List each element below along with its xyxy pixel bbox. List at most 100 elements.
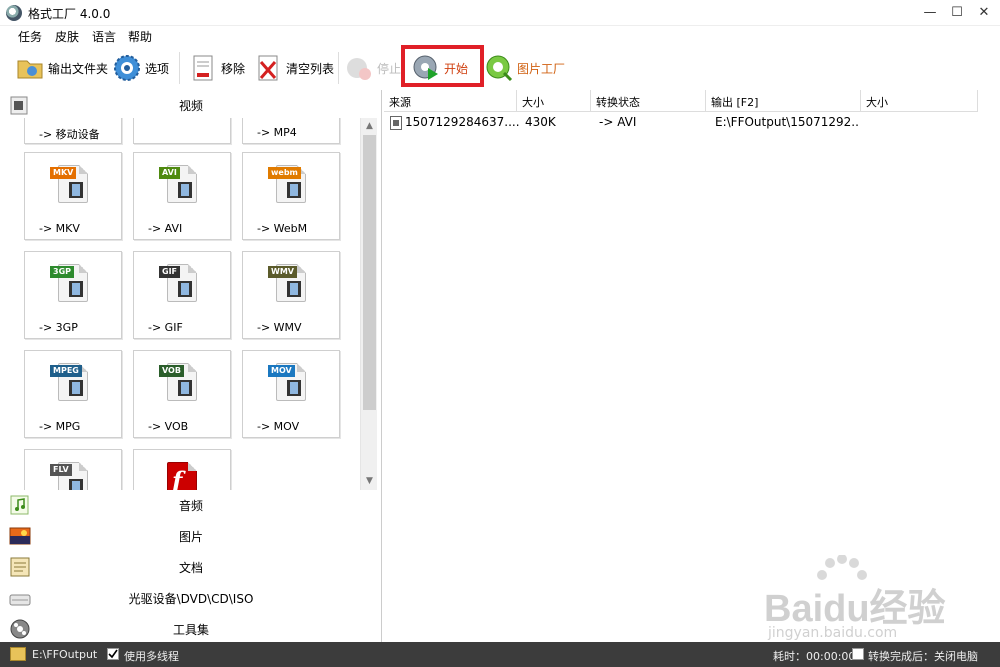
film-strip-icon: [67, 280, 85, 298]
toolbar: 输出文件夹 选项 移除 清空列表 停止 开始 图片工厂: [0, 46, 1000, 90]
format-tile-label: -> GIF: [148, 321, 183, 334]
row-source: 1507129284637....: [405, 115, 520, 129]
scroll-thumb[interactable]: [363, 135, 376, 410]
stop-icon: [345, 54, 373, 82]
format-tile-webm[interactable]: webm -> WebM: [242, 152, 340, 240]
row-status: -> AVI: [599, 115, 637, 129]
options-label: 选项: [145, 61, 170, 76]
remove-button[interactable]: 移除: [189, 52, 245, 84]
category-document[interactable]: 文档: [0, 552, 382, 582]
title-bar: 格式工厂 4.0.0 — ☐ ✕: [0, 0, 1000, 26]
watermark-brand: Baidu经验: [764, 588, 946, 630]
picture-factory-button[interactable]: 图片工厂: [485, 52, 565, 84]
format-tile-mpeg[interactable]: MPEG -> MPG: [24, 350, 122, 438]
format-tile-label: -> WMV: [257, 321, 302, 334]
category-picture-label: 图片: [178, 530, 203, 544]
film-strip-icon: [176, 379, 194, 397]
format-badge: 3GP: [50, 266, 74, 278]
row-size: 430K: [525, 115, 556, 129]
format-badge: GIF: [159, 266, 181, 278]
format-tile-label: -> 移动设备: [39, 128, 100, 141]
folder-icon: [16, 54, 44, 82]
format-tile-label: -> VOB: [148, 420, 189, 433]
format-tile-mov[interactable]: MOV -> MOV: [242, 350, 340, 438]
column-header-size[interactable]: 大小: [517, 90, 591, 112]
start-highlight-box: [401, 45, 484, 87]
category-audio[interactable]: 音频: [0, 490, 382, 520]
options-button[interactable]: 选项: [113, 52, 169, 84]
flash-icon: f: [172, 466, 183, 490]
format-tile-avi[interactable]: AVI -> AVI: [133, 152, 231, 240]
format-badge: FLV: [50, 464, 72, 476]
format-badge: VOB: [159, 365, 184, 377]
format-tile-flv[interactable]: FLV: [24, 449, 122, 490]
format-tile-label: -> AVI: [148, 222, 183, 235]
category-video[interactable]: 视频: [0, 90, 382, 120]
format-tile-label: -> MP4: [257, 126, 297, 139]
stop-button[interactable]: 停止: [345, 52, 401, 84]
video-format-grid: -> 移动设备 -> MP4 MKV -> MKV AVI -> AVI webm -> …: [0, 118, 380, 490]
video-scrollbar[interactable]: ▲ ▼: [360, 118, 377, 490]
scroll-down-icon[interactable]: ▼: [361, 473, 378, 490]
clear-list-icon: [254, 54, 282, 82]
remove-label: 移除: [221, 61, 246, 76]
minimize-icon[interactable]: —: [915, 0, 945, 26]
category-panel: 视频 -> 移动设备 -> MP4 MKV -> MKV AVI -> AVI webm…: [0, 90, 382, 642]
gear-icon: [113, 54, 141, 82]
format-badge: MKV: [50, 167, 77, 179]
category-tools-label: 工具集: [172, 623, 209, 637]
category-tools[interactable]: 工具集: [0, 614, 382, 644]
maximize-icon[interactable]: ☐: [942, 0, 972, 26]
format-badge: AVI: [159, 167, 180, 179]
stop-label: 停止: [377, 61, 402, 76]
category-picture[interactable]: 图片: [0, 521, 382, 551]
toolbar-separator: [338, 52, 339, 84]
format-tile-label: -> MKV: [39, 222, 80, 235]
row-output-size: [864, 115, 974, 133]
column-header-output-size[interactable]: 大小: [861, 90, 978, 112]
format-tile-label: -> MPG: [39, 420, 81, 433]
menu-language[interactable]: 语言: [92, 28, 116, 45]
format-tile-label: -> MOV: [257, 420, 300, 433]
format-tile-label: -> 3GP: [39, 321, 78, 334]
format-badge: MPEG: [50, 365, 82, 377]
toolbar-separator: [179, 52, 180, 84]
format-badge: WMV: [268, 266, 297, 278]
scroll-up-icon[interactable]: ▲: [361, 118, 378, 135]
format-tile-label: -> WebM: [257, 222, 308, 235]
multithread-checkbox[interactable]: [107, 648, 119, 660]
format-tile-gif[interactable]: GIF -> GIF: [133, 251, 231, 339]
menu-skin[interactable]: 皮肤: [55, 28, 79, 45]
output-folder-button[interactable]: 输出文件夹: [16, 52, 108, 84]
menu-help[interactable]: 帮助: [128, 28, 152, 45]
format-tile-wmv[interactable]: WMV -> WMV: [242, 251, 340, 339]
folder-icon[interactable]: [10, 647, 26, 661]
format-tile-mp4[interactable]: -> MP4: [242, 118, 340, 144]
menu-task[interactable]: 任务: [18, 28, 42, 45]
film-strip-icon: [67, 478, 85, 490]
column-header-source[interactable]: 来源: [384, 90, 517, 112]
format-tile-3gp[interactable]: 3GP -> 3GP: [24, 251, 122, 339]
shutdown-checkbox[interactable]: [852, 648, 864, 660]
elapsed-time: 耗时：00:00:00: [773, 650, 856, 663]
category-optical-drive[interactable]: 光驱设备\DVD\CD\ISO: [0, 583, 382, 613]
multithread-label: 使用多线程: [124, 650, 179, 663]
format-badge: MOV: [268, 365, 295, 377]
format-tile-flash[interactable]: f: [133, 449, 231, 490]
after-convert-label: 转换完成后：关闭电脑: [868, 650, 978, 663]
column-header-output[interactable]: 输出 [F2]: [706, 90, 861, 112]
output-path: E:\FFOutput: [32, 648, 98, 661]
column-header-status[interactable]: 转换状态: [591, 90, 706, 112]
film-strip-icon: [285, 379, 303, 397]
row-output: E:\FFOutput\15071292...: [715, 115, 860, 129]
clear-list-button[interactable]: 清空列表: [254, 52, 334, 84]
format-tile-mobile[interactable]: -> 移动设备: [24, 118, 122, 144]
film-strip-icon: [285, 280, 303, 298]
format-tile-blank[interactable]: [133, 118, 231, 144]
format-tile-vob[interactable]: VOB -> VOB: [133, 350, 231, 438]
app-logo-icon: [6, 5, 22, 21]
film-strip-icon: [176, 280, 194, 298]
close-icon[interactable]: ✕: [969, 0, 999, 26]
format-tile-mkv[interactable]: MKV -> MKV: [24, 152, 122, 240]
film-strip-icon: [285, 181, 303, 199]
